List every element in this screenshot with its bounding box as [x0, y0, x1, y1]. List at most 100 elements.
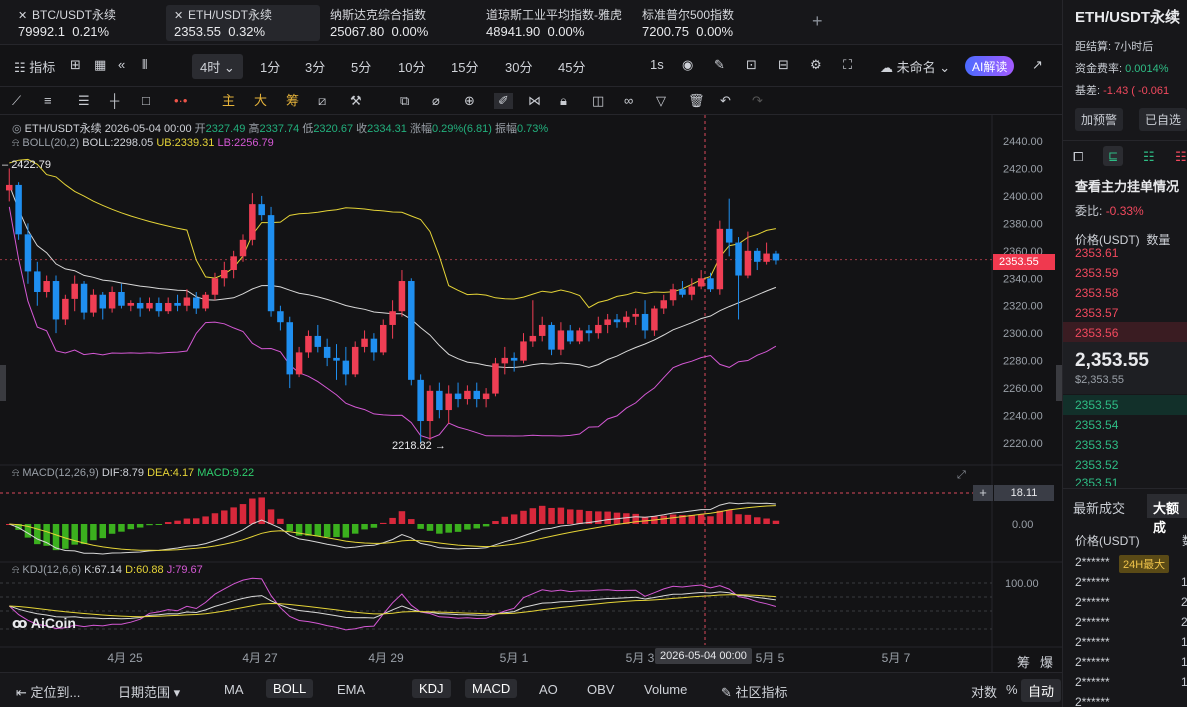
dot-line-icon[interactable]: •·•: [174, 93, 187, 109]
copy-icon[interactable]: ⧉: [400, 93, 409, 109]
indicator-kdj[interactable]: KDJ: [412, 679, 451, 698]
chip-toggle[interactable]: 筹: [1017, 652, 1030, 671]
ruler-icon[interactable]: ⌀: [432, 93, 440, 109]
ticker-tab-dow[interactable]: 道琼斯工业平均指数-雅虎 48941.90 0.00%: [478, 5, 636, 41]
trend-line-icon[interactable]: ⟋: [12, 93, 21, 109]
grid-icon[interactable]: ▦: [94, 57, 106, 73]
period-15m[interactable]: 15分: [451, 57, 478, 76]
bull-button[interactable]: 大: [254, 93, 267, 109]
draw-settings-icon[interactable]: ⊟: [778, 57, 789, 73]
undo-icon[interactable]: ↶: [720, 93, 731, 109]
depth-title[interactable]: 查看主力挂单情况: [1075, 176, 1179, 195]
add-tab-button[interactable]: +: [812, 11, 823, 32]
trade-row[interactable]: 2******: [1075, 695, 1110, 707]
fullscreen-icon[interactable]: ⛶: [843, 57, 852, 73]
bids-only-icon[interactable]: ☷: [1143, 149, 1155, 165]
ticker-tab-eth[interactable]: ✕ ETH/USDT永续 2353.55 0.32%: [166, 5, 320, 41]
indicator-ema[interactable]: EMA: [337, 682, 365, 697]
ask-row[interactable]: 2353.59: [1075, 266, 1118, 280]
trade-row[interactable]: 2******: [1075, 675, 1110, 689]
expand-pane-icon[interactable]: ⤢: [957, 469, 966, 482]
redo-icon[interactable]: ↷: [752, 93, 763, 109]
bell-icon[interactable]: ⍾: [12, 564, 19, 576]
close-icon[interactable]: ✕: [18, 11, 28, 22]
replay-icon[interactable]: «: [118, 57, 125, 72]
rectangle-icon[interactable]: □: [142, 93, 150, 109]
period-45m[interactable]: 45分: [558, 57, 585, 76]
share-icon[interactable]: ↗: [1032, 57, 1043, 73]
ticker-tab-btc[interactable]: ✕ BTC/USDT永续 79992.1 0.21%: [10, 5, 160, 41]
big-trades-tab[interactable]: 大额成: [1147, 494, 1187, 535]
compare-icon[interactable]: ⊡: [746, 57, 757, 73]
left-collapse-handle[interactable]: [0, 365, 6, 401]
period-30m[interactable]: 30分: [505, 57, 532, 76]
brush-icon[interactable]: ⚒: [350, 93, 362, 109]
parallel-line-icon[interactable]: ≡: [44, 93, 52, 109]
trade-row[interactable]: 2******: [1075, 555, 1110, 569]
macd-legend[interactable]: ⍾ MACD(12,26,9) DIF:8.79 DEA:4.17 MACD:9…: [12, 467, 254, 480]
hide-icon[interactable]: ⧄: [318, 93, 326, 109]
bid-row[interactable]: 2353.52: [1075, 458, 1118, 472]
indicators-button[interactable]: ☷ 指标: [14, 57, 55, 76]
auto-scale-toggle[interactable]: 自动: [1021, 679, 1062, 702]
add-alert-button[interactable]: +: [973, 485, 993, 501]
ask-row[interactable]: 2353.57: [1075, 306, 1118, 320]
period-5m[interactable]: 5分: [351, 57, 371, 76]
add-alert-btn[interactable]: 加预警: [1075, 108, 1124, 131]
bid-row[interactable]: 2353.54: [1075, 418, 1118, 432]
camera-icon[interactable]: ◉: [682, 57, 693, 73]
trade-row[interactable]: 2******: [1075, 615, 1110, 629]
community-indicators-button[interactable]: ✎ 社区指标: [721, 682, 788, 701]
bid-row[interactable]: 2353.55: [1075, 398, 1118, 412]
chart-area[interactable]: 2440.00 2420.00 2400.00 2380.00 2360.00 2340.…: [0, 115, 1062, 672]
ai-analysis-button[interactable]: AI解读: [965, 56, 1015, 76]
indicator-macd[interactable]: MACD: [465, 679, 518, 698]
chart-canvas[interactable]: 2440.002420.002400.002380.002360.002340.…: [0, 115, 1062, 672]
locate-button[interactable]: ⇤ 定位到...: [16, 682, 80, 701]
bid-row[interactable]: 2353.51: [1075, 476, 1118, 486]
both-sides-icon[interactable]: ⊑: [1103, 146, 1123, 166]
filter-icon[interactable]: ▽: [656, 93, 666, 109]
lock-icon[interactable]: 🔒︎: [560, 93, 567, 109]
ask-row[interactable]: 2353.61: [1075, 246, 1118, 260]
period-3m[interactable]: 3分: [305, 57, 325, 76]
asks-only-icon[interactable]: ☷: [1175, 149, 1187, 165]
orderbook-mode-icon[interactable]: ⧠: [1073, 149, 1083, 165]
trade-row[interactable]: 2******: [1075, 635, 1110, 649]
ticker-tab-nasdaq[interactable]: 纳斯达克综合指数 25067.80 0.00%: [322, 5, 472, 41]
trash-icon[interactable]: 🗑︎: [688, 93, 705, 109]
horizontal-lines-icon[interactable]: ☰: [78, 93, 90, 109]
indicator-volume[interactable]: Volume: [644, 682, 687, 697]
indicator-ao[interactable]: AO: [539, 682, 558, 697]
period-1m[interactable]: 1分: [260, 57, 280, 76]
trades-tab[interactable]: 最新成交: [1073, 498, 1125, 517]
boll-legend[interactable]: ⍾ BOLL(20,2) BOLL:2298.05 UB:2339.31 LB:…: [12, 137, 274, 150]
percent-scale-toggle[interactable]: %: [1006, 682, 1018, 697]
bid-row[interactable]: 2353.53: [1075, 438, 1118, 452]
bell-icon[interactable]: ⍾: [12, 467, 19, 479]
trade-row[interactable]: 2******: [1075, 575, 1110, 589]
favorite-btn[interactable]: 已自选: [1139, 108, 1187, 131]
kdj-legend[interactable]: ⍾ KDJ(12,6,6) K:67.14 D:60.88 J:79.67: [12, 564, 203, 577]
period-10m[interactable]: 10分: [398, 57, 425, 76]
link-icon[interactable]: ∞: [624, 93, 633, 109]
chart-type-icon[interactable]: ⫴: [142, 57, 147, 73]
period-1s[interactable]: 1s: [650, 57, 664, 72]
indicator-boll[interactable]: BOLL: [266, 679, 314, 698]
main-force-button[interactable]: 主: [222, 93, 235, 109]
magnet-icon[interactable]: ⋈: [528, 93, 541, 109]
visibility-icon[interactable]: ◫: [592, 93, 604, 109]
indicator-obv[interactable]: OBV: [587, 682, 614, 697]
horizontal-line-icon[interactable]: ┼: [110, 93, 119, 109]
date-range-select[interactable]: 日期范围 ▾: [118, 682, 180, 701]
ticker-tab-sp500[interactable]: 标准普尔500指数 7200.75 0.00%: [634, 5, 784, 41]
ask-row[interactable]: 2353.56: [1075, 326, 1118, 340]
log-scale-toggle[interactable]: 对数: [971, 682, 997, 701]
trade-row[interactable]: 2******: [1075, 655, 1110, 669]
ask-row[interactable]: 2353.58: [1075, 286, 1118, 300]
liquidation-toggle[interactable]: 爆: [1040, 652, 1053, 671]
template-icon[interactable]: ⊞: [70, 57, 81, 73]
gear-icon[interactable]: ⚙: [810, 57, 822, 73]
interval-select[interactable]: 4时 ⌄: [192, 54, 243, 79]
pen-icon[interactable]: ✎: [714, 57, 725, 73]
